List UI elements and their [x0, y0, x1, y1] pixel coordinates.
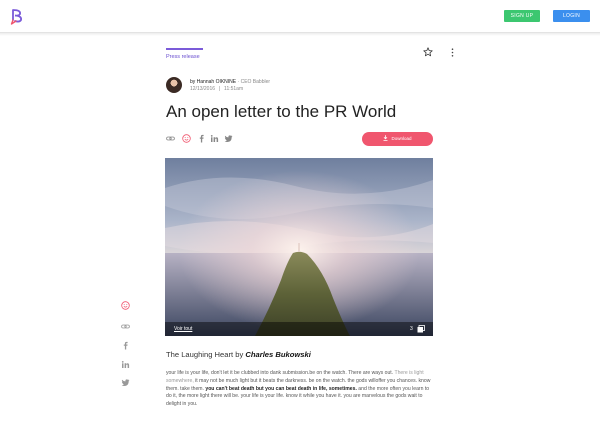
author-avatar[interactable]	[166, 77, 182, 93]
more-options-icon[interactable]	[450, 48, 455, 57]
signup-button[interactable]: SIGN UP	[504, 10, 540, 22]
body-paragraph-1: your life is your life, don't let it be …	[166, 370, 394, 376]
link-icon[interactable]	[121, 322, 130, 331]
article-title: An open letter to the PR World	[166, 102, 397, 121]
twitter-icon[interactable]	[121, 378, 130, 387]
floating-share-rail	[120, 301, 132, 391]
article-tag[interactable]: Press release	[166, 54, 200, 60]
header-shadow	[0, 33, 600, 36]
hero-caption-bar: Voir tout 3	[165, 322, 433, 336]
publish-meta: 12/13/2016 11:51am	[190, 86, 243, 92]
author-role: · CEO Babbler	[237, 79, 271, 85]
linkedin-icon[interactable]	[210, 134, 219, 143]
twitter-icon[interactable]	[224, 134, 233, 143]
body-highlight-bold: you can't beat death but you can beat de…	[205, 385, 357, 392]
download-button[interactable]: Download	[362, 132, 433, 146]
publish-time: 11:51am	[224, 86, 244, 92]
login-button[interactable]: LOGIN	[553, 10, 590, 22]
publish-date: 12/13/2016	[190, 86, 216, 92]
top-bar: SIGN UP LOGIN	[0, 0, 600, 33]
share-row	[166, 134, 246, 144]
see-all-link[interactable]: Voir tout	[174, 326, 192, 332]
author-line: by Hannah OIKNINE · CEO Babbler	[190, 79, 270, 85]
download-label: Download	[391, 136, 412, 141]
hero-image[interactable]: Voir tout 3	[165, 158, 433, 336]
reaction-icon[interactable]	[182, 134, 191, 143]
meta-divider	[219, 86, 221, 91]
babbler-logo-icon[interactable]	[9, 8, 25, 26]
hero-photo	[165, 158, 433, 336]
content-subheading: The Laughing Heart by Charles Bukowski	[166, 350, 311, 359]
image-count: 3	[410, 326, 413, 332]
reaction-icon[interactable]	[121, 301, 130, 310]
subheading-text: The Laughing Heart by	[166, 350, 244, 359]
link-icon[interactable]	[166, 134, 175, 143]
author-name[interactable]: by Hannah OIKNINE	[190, 79, 236, 85]
facebook-icon[interactable]	[197, 134, 206, 143]
tag-accent-bar	[166, 48, 203, 50]
article-body: your life is your life, don't let it be …	[166, 370, 434, 409]
subheading-author: Charles Bukowski	[245, 350, 311, 359]
gallery-icon[interactable]	[417, 325, 425, 333]
star-icon[interactable]	[423, 47, 433, 57]
linkedin-icon[interactable]	[121, 360, 130, 369]
download-icon	[383, 135, 388, 141]
facebook-icon[interactable]	[121, 341, 130, 350]
